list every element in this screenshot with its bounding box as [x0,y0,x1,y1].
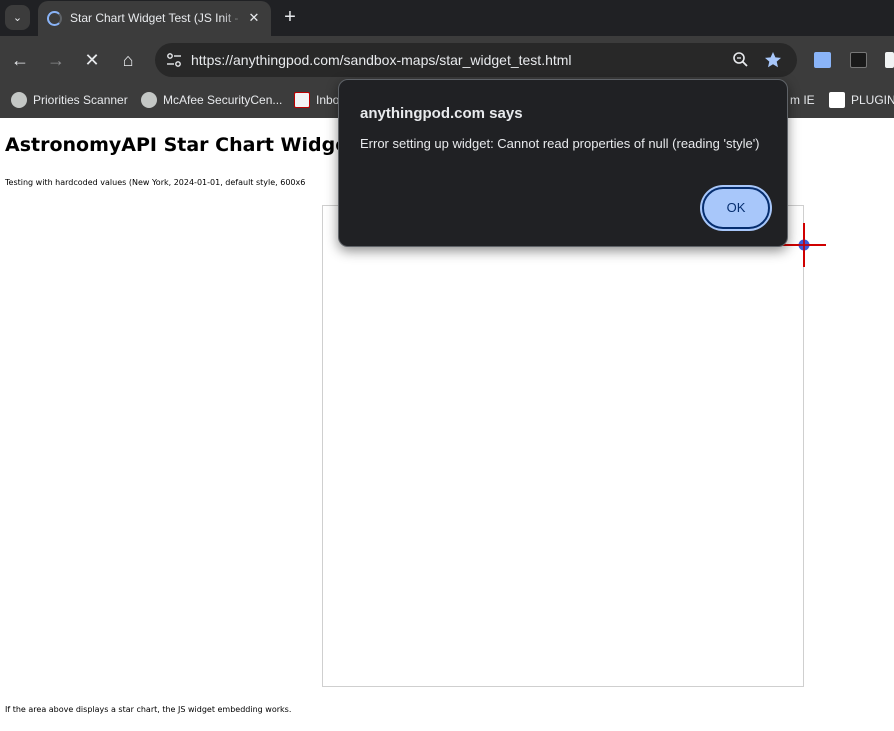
chevron-down-icon: ⌄ [12,12,23,24]
extension-dark-icon[interactable] [850,52,867,68]
bookmark-inbox[interactable]: Inbo [294,90,339,110]
bookmark-mcafee[interactable]: McAfee SecurityCen... [141,90,282,110]
bookmark-label: Priorities Scanner [33,93,128,107]
plugins-icon [829,92,845,108]
dialog-message: Error setting up widget: Cannot read pro… [360,136,760,151]
bookmark-priorities-scanner[interactable]: Priorities Scanner [11,90,128,110]
tab-strip: ⌄ Star Chart Widget Test (JS Init - ✕ + [0,0,894,37]
alert-dialog: anythingpod.com says Error setting up wi… [338,79,788,247]
back-button[interactable]: ← [8,48,32,72]
bookmark-label: PLUGINS [851,93,894,107]
tab-search-button[interactable]: ⌄ [5,5,30,30]
bookmark-label: McAfee SecurityCen... [163,93,283,107]
100-icon [294,92,310,108]
url-text[interactable]: https://anythingpod.com/sandbox-maps/sta… [191,52,572,68]
bookmark-ie[interactable]: m IE [790,90,815,110]
close-tab-button[interactable]: ✕ [245,9,263,27]
bookmark-label: Inbo [316,93,340,107]
bookmark-label: m IE [790,93,815,107]
address-bar[interactable]: https://anythingpod.com/sandbox-maps/sta… [155,43,797,77]
loading-spinner-icon [47,11,62,26]
bookmark-plugins[interactable]: PLUGINS [829,90,894,110]
crosshair-cursor-icon [782,223,826,267]
star-chart-container [322,205,804,687]
tab-title-fade [222,7,244,31]
forward-button[interactable]: → [44,48,68,72]
page-description: Testing with hardcoded values (New York,… [5,178,306,187]
ok-button[interactable]: OK [702,187,770,229]
star-filled-icon[interactable] [763,50,783,70]
globe-icon [141,92,157,108]
dialog-title: anythingpod.com says [360,105,523,122]
globe-icon [11,92,27,108]
tune-icon[interactable] [165,51,183,69]
tab-title: Star Chart Widget Test (JS Init - [70,11,239,25]
magnifier-icon[interactable] [731,50,751,70]
extension-partial-icon[interactable] [885,52,894,68]
tab-active[interactable]: Star Chart Widget Test (JS Init - ✕ [38,1,271,37]
new-tab-button[interactable]: + [279,6,301,28]
page-footer-text: If the area above displays a star chart,… [5,705,292,714]
toolbar: ← → ✕ ⌂ https://anythingpod.com/sandbox-… [0,36,894,84]
home-button[interactable]: ⌂ [116,48,140,72]
stop-button[interactable]: ✕ [80,48,104,72]
extension-image-icon[interactable] [814,52,831,68]
